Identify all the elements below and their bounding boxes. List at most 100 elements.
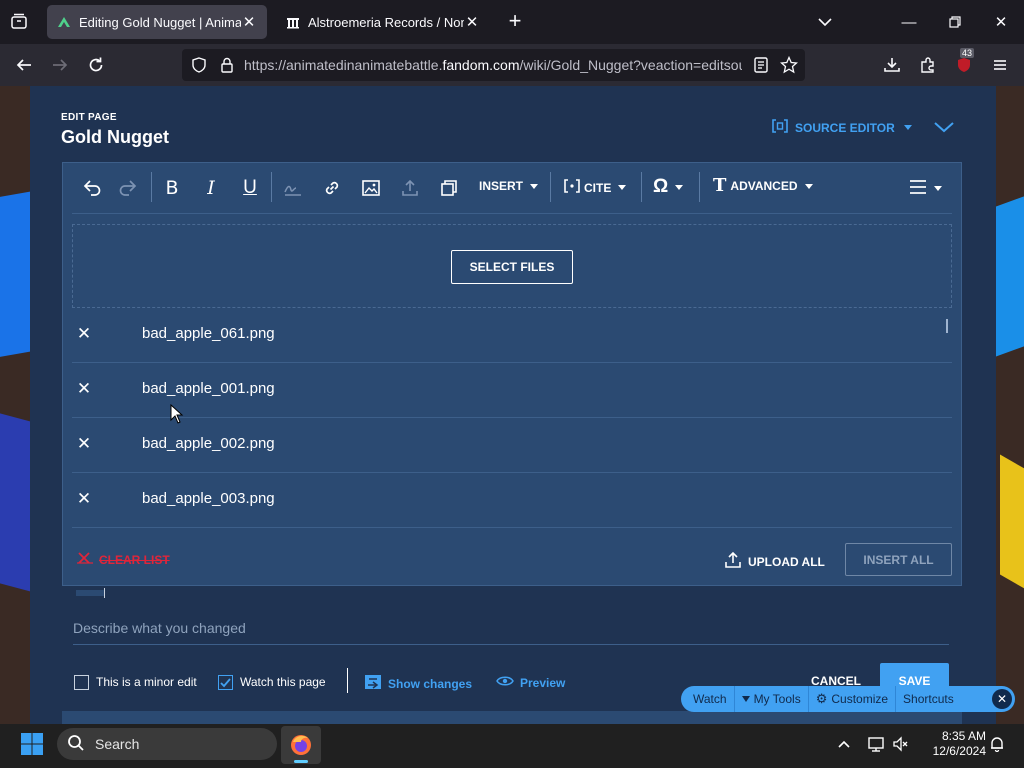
toolbar-divider	[271, 172, 272, 202]
clear-list-button[interactable]: CLEAR LIST	[77, 551, 170, 568]
app-menu-hamburger-icon[interactable]	[985, 50, 1015, 80]
toolbar-divider	[699, 172, 700, 202]
reader-view-icon[interactable]	[752, 56, 770, 74]
insert-menu[interactable]: INSERT	[479, 179, 539, 193]
upload-all-button[interactable]: UPLOAD ALL	[724, 551, 825, 572]
remove-file-icon[interactable]: ✕	[74, 489, 94, 509]
italic-icon[interactable]: I	[198, 175, 224, 201]
source-editor-button[interactable]: SOURCE EDITOR	[771, 119, 912, 136]
advanced-menu-label: ADVANCED	[730, 179, 798, 193]
customize-button[interactable]: ⚙ Customize	[809, 686, 897, 712]
close-window-icon[interactable]: ✕	[978, 0, 1024, 44]
background-art	[995, 185, 1024, 357]
caret-down-icon	[675, 184, 684, 190]
firefox-taskbar-icon[interactable]	[281, 726, 321, 764]
redo-icon[interactable]	[116, 175, 142, 201]
caret-down-icon	[618, 185, 627, 190]
preview-label: Preview	[520, 675, 566, 690]
select-files-button[interactable]: SELECT FILES	[451, 250, 573, 284]
chevron-up-icon[interactable]	[834, 734, 854, 754]
search-icon	[67, 734, 85, 755]
advanced-menu[interactable]: T ADVANCED	[713, 177, 813, 195]
gallery-icon[interactable]	[436, 175, 462, 201]
summary-underline	[73, 644, 949, 645]
file-name: bad_apple_061.png	[142, 325, 275, 342]
shortcuts-button[interactable]: Shortcuts	[896, 686, 961, 712]
fandom-floating-toolbar: Watch My Tools ⚙ Customize Shortcuts ✕	[681, 686, 1015, 712]
windows-start-icon[interactable]	[20, 732, 44, 756]
reload-icon[interactable]	[81, 50, 111, 80]
page-options-menu[interactable]	[909, 179, 942, 198]
tab-editing-gold-nugget[interactable]: Editing Gold Nugget | Animatec ✕	[47, 5, 267, 39]
tab-list-chevron-icon[interactable]	[814, 11, 836, 33]
show-changes-button[interactable]: Show changes	[364, 674, 472, 693]
new-tab-icon[interactable]: +	[503, 10, 527, 34]
file-name: bad_apple_001.png	[142, 380, 275, 397]
bookmark-star-icon[interactable]	[779, 55, 799, 74]
my-tools-button[interactable]: My Tools	[735, 686, 809, 712]
minor-edit-checkbox[interactable]	[74, 675, 89, 690]
caret-down-icon	[903, 125, 912, 130]
taskbar-search[interactable]: Search	[57, 728, 277, 760]
preview-button[interactable]: Preview	[496, 674, 565, 691]
ublock-extension-icon[interactable]: 43	[949, 48, 979, 80]
browser-nav-bar: https://animatedinanimatebattle.fandom.c…	[0, 44, 1024, 86]
url-text[interactable]: https://animatedinanimatebattle.fandom.c…	[244, 57, 742, 73]
forward-arrow-icon[interactable]	[45, 50, 75, 80]
watch-page-label[interactable]: Watch this page	[240, 675, 326, 689]
mouse-cursor-icon	[170, 403, 184, 424]
volume-muted-icon[interactable]	[891, 734, 911, 754]
tab-close-icon[interactable]: ✕	[464, 13, 480, 31]
undo-icon[interactable]	[78, 175, 104, 201]
tab-close-icon[interactable]: ✕	[241, 13, 257, 31]
upload-all-label: UPLOAD ALL	[748, 554, 825, 569]
back-arrow-icon[interactable]	[9, 50, 39, 80]
options-divider	[347, 668, 348, 693]
extensions-puzzle-icon[interactable]	[913, 50, 943, 80]
watch-button[interactable]: Watch	[693, 686, 735, 712]
watch-page-checkbox[interactable]	[218, 675, 233, 690]
file-row: ✕ bad_apple_061.png	[72, 308, 952, 363]
taskbar-clock[interactable]: 8:35 AM 12/6/2024	[916, 729, 986, 759]
close-toolbar-icon[interactable]: ✕	[992, 689, 1012, 709]
insert-all-button[interactable]: INSERT ALL	[845, 543, 952, 576]
collapsed-field	[76, 590, 104, 596]
customize-label: Customize	[831, 692, 889, 706]
show-changes-label: Show changes	[388, 676, 473, 691]
omega-icon: Ω	[653, 176, 669, 197]
remove-file-icon[interactable]: ✕	[74, 434, 94, 454]
restore-window-icon[interactable]	[932, 0, 978, 44]
extension-badge: 43	[960, 48, 975, 58]
watch-label: Watch	[693, 692, 727, 706]
upload-icon[interactable]	[397, 175, 423, 201]
cite-menu[interactable]: CITE	[564, 179, 627, 196]
tab-overview-icon[interactable]	[8, 11, 30, 33]
gear-icon: ⚙	[815, 691, 828, 706]
image-icon[interactable]	[358, 175, 384, 201]
page-title: Gold Nugget	[61, 127, 169, 147]
lock-icon[interactable]	[218, 56, 236, 74]
minor-edit-label[interactable]: This is a minor edit	[96, 675, 197, 689]
signature-icon[interactable]	[280, 175, 306, 201]
remove-file-icon[interactable]: ✕	[74, 379, 94, 399]
address-bar[interactable]: https://animatedinanimatebattle.fandom.c…	[182, 49, 805, 81]
notification-bell-icon[interactable]	[987, 734, 1007, 754]
tracking-shield-icon[interactable]	[190, 56, 208, 74]
remove-file-icon[interactable]: ✕	[74, 324, 94, 344]
network-icon[interactable]	[866, 734, 886, 754]
special-characters-menu[interactable]: Ω	[653, 176, 684, 198]
bold-icon[interactable]: B	[159, 175, 185, 201]
checkmark-icon	[220, 678, 231, 688]
background-art	[1000, 454, 1024, 598]
edit-summary-input[interactable]: Describe what you changed	[73, 620, 246, 636]
underline-icon[interactable]: U	[237, 175, 263, 201]
tab-alstroemeria-records[interactable]: Alstroemeria Records / Nomico ✕	[276, 5, 490, 39]
caret-down-icon	[530, 183, 539, 189]
minimize-window-icon[interactable]: —	[886, 0, 932, 44]
upload-dropzone[interactable]: SELECT FILES	[72, 224, 952, 308]
chevron-down-icon[interactable]	[931, 114, 957, 140]
link-icon[interactable]	[319, 175, 345, 201]
upload-icon	[724, 551, 742, 572]
downloads-icon[interactable]	[877, 50, 907, 80]
background-art	[0, 410, 30, 592]
